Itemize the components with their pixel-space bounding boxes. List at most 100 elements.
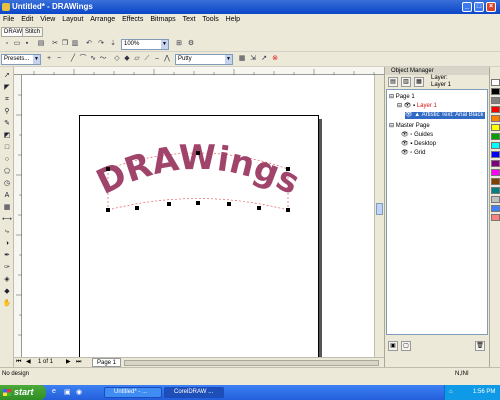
add-preset-icon[interactable]: + (45, 55, 53, 63)
color-swatch[interactable] (491, 160, 500, 167)
start-button[interactable]: start (0, 385, 46, 400)
envelope-curve-icon[interactable]: ⌒ (79, 55, 87, 63)
shape-tool-icon[interactable]: ◤ (2, 83, 12, 93)
node-delete-icon[interactable]: ◆ (123, 55, 131, 63)
tree-node-grid[interactable]: 👁 ▫ Grid (401, 150, 425, 157)
envelope-line-icon[interactable]: ╱ (69, 55, 77, 63)
task-untitled[interactable]: Untitled* - ... (104, 387, 162, 398)
basic-shapes-tool-icon[interactable]: ◷ (2, 179, 12, 189)
envelope-node[interactable] (257, 206, 261, 210)
minimize-button[interactable]: _ (462, 2, 472, 12)
pick-tool-icon[interactable]: ➚ (2, 71, 12, 81)
horizontal-scrollbar[interactable] (124, 360, 379, 366)
color-swatch[interactable] (491, 133, 500, 140)
new-master-layer-icon[interactable]: ▢ (401, 341, 411, 351)
blend-tool-icon[interactable]: ◑ (2, 239, 12, 249)
layer-manager-view-icon[interactable]: ▦ (414, 77, 424, 87)
text-tool-icon[interactable]: A (2, 191, 12, 201)
create-from-icon[interactable]: ↗ (260, 55, 268, 63)
new-icon[interactable]: ▫ (3, 40, 11, 48)
freehand-tool-icon[interactable]: ✎ (2, 119, 12, 129)
import-icon[interactable]: ⇣ (109, 40, 117, 48)
first-page-icon[interactable]: ⏮ (16, 358, 21, 367)
artistic-text[interactable]: DRAWings (90, 138, 305, 203)
node-line-icon[interactable]: ▱ (133, 55, 141, 63)
copy-icon[interactable]: ❐ (61, 40, 69, 48)
envelope-node[interactable] (227, 202, 231, 206)
save-icon[interactable]: ▪ (23, 40, 31, 48)
zoom-combo[interactable]: 100% ▼ (121, 39, 169, 50)
color-swatch[interactable] (491, 115, 500, 122)
color-swatch[interactable] (491, 124, 500, 131)
edit-across-layers-icon[interactable]: ▥ (401, 77, 411, 87)
tree-node-desktop[interactable]: 👁 ▪ Desktop (401, 141, 436, 148)
undo-icon[interactable]: ↶ (85, 40, 93, 48)
tree-node-layer[interactable]: ⊟ 👁 ▪ Layer 1 (397, 103, 437, 110)
task-coreldraw[interactable]: CorelDRAW ... (164, 387, 224, 398)
menu-arrange[interactable]: Arrange (90, 14, 115, 26)
snap-icon[interactable]: ⊞ (175, 40, 183, 48)
tree-node-guides[interactable]: 👁 ▫ Guides (401, 132, 433, 139)
eyedropper-tool-icon[interactable]: ✒ (2, 251, 12, 261)
table-tool-icon[interactable]: ▦ (2, 203, 12, 213)
menu-effects[interactable]: Effects (122, 14, 143, 26)
next-page-icon[interactable]: ▶ (66, 358, 71, 367)
quicklaunch-desktop-icon[interactable]: ▣ (64, 388, 71, 396)
page-tab[interactable]: Page 1 (92, 358, 122, 367)
node-cusp-icon[interactable]: ⋀ (163, 55, 171, 63)
tree-node-object-selected[interactable]: 👁 ▲ Artistic Text: Arial Black (405, 112, 486, 119)
envelope-node[interactable] (135, 206, 139, 210)
crop-tool-icon[interactable]: ⌗ (2, 95, 12, 105)
envelope-node[interactable] (286, 208, 290, 212)
envelope-node[interactable] (286, 167, 290, 171)
envelope-node[interactable] (167, 202, 171, 206)
quicklaunch-ie-icon[interactable]: e (52, 388, 56, 395)
menu-help[interactable]: Help (226, 14, 240, 26)
fill-tool-icon[interactable]: ◈ (2, 275, 12, 285)
color-swatch[interactable] (491, 178, 500, 185)
smart-fill-tool-icon[interactable]: ◩ (2, 131, 12, 141)
envelope-node[interactable] (106, 167, 110, 171)
envelope-free-icon[interactable]: 〜 (99, 55, 107, 63)
copy-properties-icon[interactable]: ⇲ (249, 55, 257, 63)
color-swatch[interactable] (491, 88, 500, 95)
menu-view[interactable]: View (40, 14, 55, 26)
tab-stitch[interactable]: Stitch (22, 27, 44, 37)
envelope-node[interactable] (196, 151, 200, 155)
menu-bitmaps[interactable]: Bitmaps (150, 14, 175, 26)
tree-node-master-page[interactable]: ⊟ Master Page (389, 123, 430, 130)
options-icon[interactable]: ⚙ (187, 40, 195, 48)
connector-tool-icon[interactable]: ⤷ (2, 227, 12, 237)
cut-icon[interactable]: ✂ (51, 40, 59, 48)
paste-icon[interactable]: ▥ (71, 40, 79, 48)
envelope-node[interactable] (106, 208, 110, 212)
menu-file[interactable]: File (3, 14, 14, 26)
presets-combo[interactable]: Presets... ▼ (1, 54, 41, 65)
prev-page-icon[interactable]: ◀ (26, 358, 31, 367)
horizontal-ruler[interactable] (14, 67, 384, 75)
delete-icon[interactable]: 🗑 (475, 341, 485, 351)
open-icon[interactable]: ▭ (13, 40, 21, 48)
menu-edit[interactable]: Edit (21, 14, 33, 26)
color-swatch[interactable] (491, 205, 500, 212)
color-swatch[interactable] (491, 151, 500, 158)
polygon-tool-icon[interactable]: ⬠ (2, 167, 12, 177)
clear-envelope-icon[interactable]: ⊗ (271, 55, 279, 63)
color-swatch[interactable] (491, 97, 500, 104)
close-button[interactable]: × (486, 2, 496, 12)
keep-lines-icon[interactable]: ▦ (238, 55, 246, 63)
color-swatch[interactable] (491, 214, 500, 221)
print-icon[interactable]: ▤ (37, 40, 45, 48)
zoom-tool-icon[interactable]: ⚲ (2, 107, 12, 117)
vertical-scrollbar[interactable] (374, 75, 383, 357)
show-properties-icon[interactable]: ▤ (388, 77, 398, 87)
scroll-thumb[interactable] (376, 203, 383, 215)
quicklaunch-media-icon[interactable]: ◉ (76, 388, 82, 396)
outline-tool-icon[interactable]: ✑ (2, 263, 12, 273)
color-swatch[interactable] (491, 79, 500, 86)
ellipse-tool-icon[interactable]: ○ (2, 155, 12, 165)
envelope-double-icon[interactable]: ∿ (89, 55, 97, 63)
menu-layout[interactable]: Layout (62, 14, 83, 26)
drawing-canvas[interactable]: DRAWings (22, 75, 374, 357)
vertical-ruler[interactable] (14, 75, 22, 357)
